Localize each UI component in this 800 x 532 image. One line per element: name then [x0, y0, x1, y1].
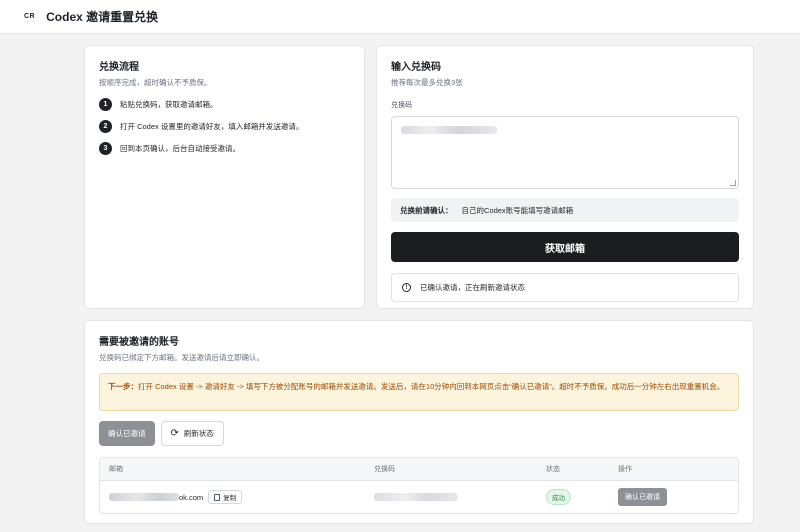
email-cell: ok.com 复制	[100, 490, 374, 504]
email-suffix: ok.com	[179, 492, 204, 502]
confirm-note-label: 兑换前请确认：	[400, 205, 453, 215]
app-logo: CR	[24, 13, 36, 20]
code-cell	[374, 493, 546, 501]
confirm-note-text: 自己的Codex账号能填写邀请邮箱	[461, 205, 574, 215]
invite-status-box: ! 已确认邀请，正在刷新邀请状态	[391, 273, 739, 302]
step-number: 1	[99, 98, 112, 111]
table-header: 邮箱 兑换码 状态 操作	[100, 458, 738, 481]
redacted-code	[374, 493, 458, 501]
redeem-subtitle: 推荐每次最多兑换3张	[391, 78, 463, 87]
next-step-notice: 下一步：打开 Codex 设置 -> 邀请好友 -> 填写下方被分配账号的邮箱并…	[99, 373, 739, 411]
step-number: 3	[99, 142, 112, 155]
redacted-code-text	[401, 126, 497, 134]
flow-steps: 1 粘贴兑换码，获取邀请邮箱。 2 打开 Codex 设置里的邀请好友，填入邮箱…	[99, 98, 350, 155]
redeem-flow-card: 兑换流程 按顺序完成，超时确认不予质保。 1 粘贴兑换码，获取邀请邮箱。 2 打…	[84, 45, 365, 309]
code-field-label: 兑换码	[391, 102, 412, 109]
refresh-status-label: 刷新状态	[183, 429, 214, 438]
flow-step: 1 粘贴兑换码，获取邀请邮箱。	[99, 98, 350, 111]
redeem-code-card: 输入兑换码 推荐每次最多兑换3张 兑换码 兑换前请确认： 自己的Codex账号能…	[376, 45, 754, 309]
column-header-email: 邮箱	[109, 466, 123, 473]
app-header: CR Codex 邀请重置兑换	[0, 0, 800, 34]
copy-email-button[interactable]: 复制	[208, 490, 243, 504]
app-title: Codex 邀请重置兑换	[46, 10, 159, 24]
flow-subtitle: 按顺序完成，超时确认不予质保。	[99, 78, 212, 87]
accounts-title: 需要被邀请的账号	[99, 337, 179, 348]
flow-step: 2 打开 Codex 设置里的邀请好友，填入邮箱并发送邀请。	[99, 120, 350, 133]
step-text: 回到本页确认，后台自动接受邀请。	[120, 144, 240, 153]
invited-accounts-card: 需要被邀请的账号 兑换码已绑定下方邮箱。发送邀请后请立即确认。 下一步：打开 C…	[84, 320, 754, 524]
status-badge: 成功	[546, 489, 571, 505]
accounts-subtitle: 兑换码已绑定下方邮箱。发送邀请后请立即确认。	[99, 353, 264, 362]
redeem-title: 输入兑换码	[391, 62, 441, 73]
step-number: 2	[99, 120, 112, 133]
refresh-status-button[interactable]: ⟳ 刷新状态	[160, 421, 224, 446]
accounts-actions: 确认已邀请 ⟳ 刷新状态	[99, 421, 739, 446]
invite-status-text: 已确认邀请，正在刷新邀请状态	[420, 283, 525, 292]
pre-redeem-confirm-note: 兑换前请确认： 自己的Codex账号能填写邀请邮箱	[391, 198, 739, 222]
notice-label: 下一步：	[108, 382, 138, 391]
row-confirm-invited-button[interactable]: 确认已邀请	[618, 488, 667, 506]
resize-grip-icon[interactable]	[730, 180, 736, 186]
column-header-action: 操作	[618, 466, 632, 473]
refresh-icon: ⟳	[170, 427, 179, 439]
column-header-code: 兑换码	[374, 466, 395, 473]
confirm-invited-button[interactable]: 确认已邀请	[99, 421, 155, 446]
redacted-email	[109, 493, 179, 501]
notice-text: 打开 Codex 设置 -> 邀请好友 -> 填写下方被分配账号的邮箱并发送邀请…	[138, 382, 725, 391]
status-cell: 成功	[546, 489, 618, 505]
accounts-table: 邮箱 兑换码 状态 操作 ok.com 复制 成功 确认已邀请	[99, 457, 739, 514]
column-header-status: 状态	[546, 466, 560, 473]
info-icon: !	[402, 283, 411, 292]
step-text: 粘贴兑换码，获取邀请邮箱。	[120, 100, 218, 109]
redeem-code-textarea[interactable]	[391, 116, 739, 189]
copy-label: 复制	[223, 495, 237, 502]
get-email-button[interactable]: 获取邮箱	[391, 232, 739, 262]
step-text: 打开 Codex 设置里的邀请好友，填入邮箱并发送邀请。	[120, 122, 304, 131]
flow-step: 3 回到本页确认，后台自动接受邀请。	[99, 142, 350, 155]
action-cell: 确认已邀请	[618, 488, 738, 506]
copy-icon	[214, 493, 221, 501]
table-row: ok.com 复制 成功 确认已邀请	[100, 481, 738, 513]
flow-title: 兑换流程	[99, 62, 139, 73]
